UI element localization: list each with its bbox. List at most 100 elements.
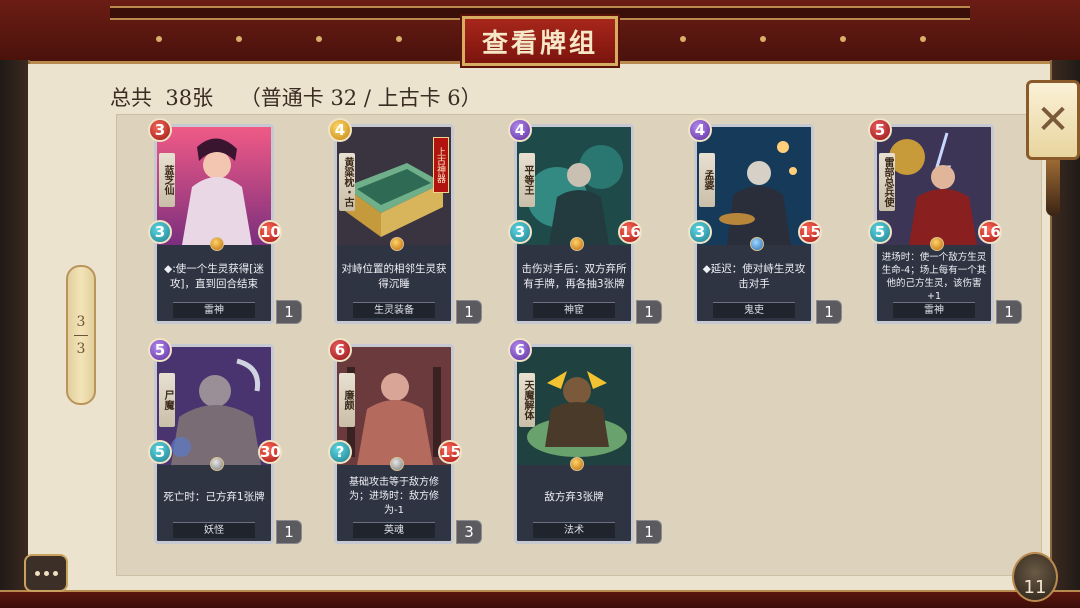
card-name: 蓝芝仙	[159, 153, 175, 207]
element-orb-icon	[930, 237, 944, 251]
health-gem: 15	[798, 220, 822, 244]
card-quantity: 1	[636, 520, 662, 544]
card-rule-text: ◆延迟：使对峙生灵攻击对手	[702, 263, 806, 290]
element-orb-icon	[750, 237, 764, 251]
card-name: 尸魔	[159, 373, 175, 427]
card-quantity: 1	[816, 300, 842, 324]
close-button[interactable]: ✕	[1026, 80, 1080, 160]
rivet-decoration	[760, 36, 766, 42]
rivet-decoration	[316, 36, 322, 42]
attack-gem: ?	[328, 440, 352, 464]
card-frame: 平等王 击伤对手后：双方弃所有手牌，再各抽3张牌 神宦	[514, 124, 634, 324]
window-title: 查看牌组	[481, 28, 598, 59]
card-name: 孟婆	[699, 153, 715, 207]
card-quantity: 3	[456, 520, 482, 544]
rivet-decoration	[680, 36, 686, 42]
card-name: 雷部总兵使	[879, 153, 895, 211]
window-title-plaque: 查看牌组	[462, 16, 618, 66]
rivet-decoration	[920, 36, 926, 42]
card-type: 英魂	[353, 522, 435, 538]
card-lian-po[interactable]: 廉颇 基础攻击等于敌方修为；进场时：敌方修为-1 英魂 6 ? 15 3	[328, 338, 482, 544]
deck-count: 11	[1023, 577, 1047, 598]
card-name: 天魔解体	[519, 373, 535, 427]
card-rule-text: ◆:使一个生灵获得[迷攻]，直到回合结束	[164, 263, 264, 290]
card-quantity: 1	[996, 300, 1022, 324]
attack-gem: 3	[508, 220, 532, 244]
health-gem: 16	[618, 220, 642, 244]
card-shi-mo[interactable]: 尸魔 死亡时：己方弃1张牌 妖怪 5 5 30 1	[148, 338, 302, 544]
card-lei-bu-zong-bing-shi[interactable]: 雷部总兵使 进场时：使一个敌方生灵生命-4；场上每有一个其他的己方生灵，该伤害+…	[868, 118, 1022, 324]
card-rule-text: 敌方弃3张牌	[544, 490, 604, 503]
bottom-frame	[0, 590, 1080, 608]
card-quantity: 1	[276, 520, 302, 544]
card-quantity: 1	[636, 300, 662, 324]
card-frame: 雷部总兵使 进场时：使一个敌方生灵生命-4；场上每有一个其他的己方生灵，该伤害+…	[874, 124, 994, 324]
cost-gem: 5	[868, 118, 892, 142]
element-orb-icon	[390, 237, 404, 251]
rivet-decoration	[156, 36, 162, 42]
page-indicator[interactable]: 3 3	[66, 265, 96, 405]
left-frame	[0, 60, 30, 608]
attack-gem: 3	[688, 220, 712, 244]
card-frame: 天魔解体 敌方弃3张牌 法术	[514, 344, 634, 544]
lantern-tassel-decoration	[1046, 160, 1060, 216]
card-lan-zhi-xian[interactable]: 蓝芝仙 ◆:使一个生灵获得[迷攻]，直到回合结束 雷神 3 3 10 1	[148, 118, 302, 324]
element-orb-icon	[390, 457, 404, 471]
card-frame: 黄粱枕・古 上古神器 对峙位置的相邻生灵获得沉睡 生灵装备	[334, 124, 454, 324]
card-quantity: 1	[276, 300, 302, 324]
cost-gem: 4	[328, 118, 352, 142]
health-gem: 30	[258, 440, 282, 464]
card-meng-po[interactable]: 孟婆 ◆延迟：使对峙生灵攻击对手 鬼吏 4 3 15 1	[688, 118, 842, 324]
rivet-decoration	[396, 36, 402, 42]
card-name: 平等王	[519, 153, 535, 207]
card-type: 生灵装备	[353, 302, 435, 318]
cost-gem: 3	[148, 118, 172, 142]
chat-dot-icon	[52, 570, 58, 576]
card-rule-text: 击伤对手后：双方弃所有手牌，再各抽3张牌	[521, 263, 627, 290]
card-type: 妖怪	[173, 522, 255, 538]
current-page: 3	[76, 313, 86, 330]
card-rule-text: 进场时：使一个敌方生灵生命-4；场上每有一个其他的己方生灵，该伤害+1	[881, 252, 987, 302]
card-name: 廉颇	[339, 373, 355, 427]
close-icon: ✕	[1036, 97, 1070, 143]
attack-gem: 3	[148, 220, 172, 244]
chat-button[interactable]	[24, 554, 68, 592]
card-tian-mo-jie-ti[interactable]: 天魔解体 敌方弃3张牌 法术 6 1	[508, 338, 662, 544]
cost-gem: 4	[688, 118, 712, 142]
deck-summary: 总共 38张 （普通卡 32 / 上古卡 6）	[110, 86, 482, 110]
health-gem: 16	[978, 220, 1002, 244]
rivet-decoration	[236, 36, 242, 42]
card-type: 鬼吏	[713, 302, 795, 318]
card-quantity: 1	[456, 300, 482, 324]
page-separator	[74, 334, 88, 336]
deck-count-button[interactable]: 11	[1012, 552, 1058, 602]
health-gem: 10	[258, 220, 282, 244]
card-huang-liang-zhen[interactable]: 黄粱枕・古 上古神器 对峙位置的相邻生灵获得沉睡 生灵装备 4 1	[328, 118, 482, 324]
cost-gem: 5	[148, 338, 172, 362]
element-orb-icon	[570, 457, 584, 471]
rivet-decoration	[840, 36, 846, 42]
card-type: 法术	[533, 522, 615, 538]
card-rule-text: 基础攻击等于敌方修为；进场时：敌方修为-1	[349, 477, 439, 516]
card-frame: 孟婆 ◆延迟：使对峙生灵攻击对手 鬼吏	[694, 124, 814, 324]
card-ping-deng-wang[interactable]: 平等王 击伤对手后：双方弃所有手牌，再各抽3张牌 神宦 4 3 16 1	[508, 118, 662, 324]
element-orb-icon	[210, 457, 224, 471]
total-pages: 3	[76, 340, 86, 357]
card-frame: 尸魔 死亡时：己方弃1张牌 妖怪	[154, 344, 274, 544]
card-type: 雷神	[173, 302, 255, 318]
card-type: 雷神	[893, 302, 975, 318]
element-orb-icon	[570, 237, 584, 251]
health-gem: 15	[438, 440, 462, 464]
card-frame: 蓝芝仙 ◆:使一个生灵获得[迷攻]，直到回合结束 雷神	[154, 124, 274, 324]
attack-gem: 5	[148, 440, 172, 464]
cost-gem: 6	[508, 338, 532, 362]
chat-dot-icon	[43, 570, 49, 576]
card-rule-text: 死亡时：己方弃1张牌	[163, 490, 265, 503]
card-frame: 廉颇 基础攻击等于敌方修为；进场时：敌方修为-1 英魂	[334, 344, 454, 544]
attack-gem: 5	[868, 220, 892, 244]
card-rule-text: 对峙位置的相邻生灵获得沉睡	[341, 263, 447, 290]
element-orb-icon	[210, 237, 224, 251]
cost-gem: 6	[328, 338, 352, 362]
card-type: 神宦	[533, 302, 615, 318]
chat-dot-icon	[34, 570, 40, 576]
